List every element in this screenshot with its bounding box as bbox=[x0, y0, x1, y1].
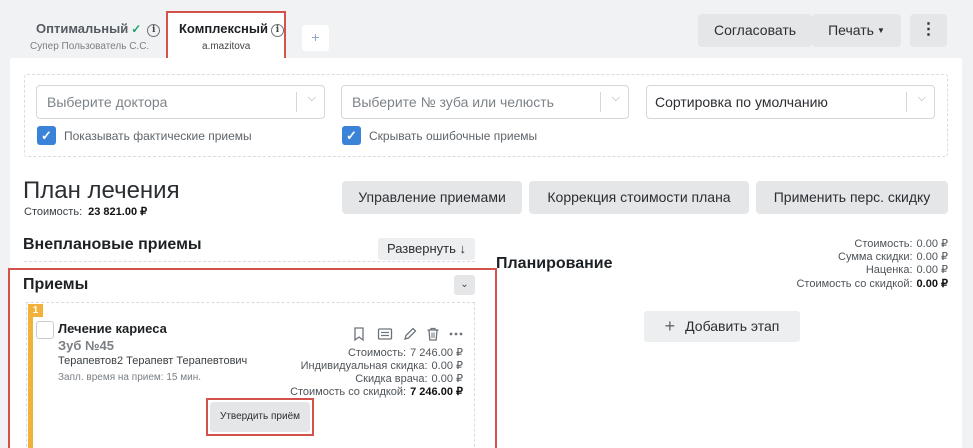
plus-icon: + bbox=[664, 316, 676, 336]
divider bbox=[24, 261, 475, 262]
unplanned-heading: Внеплановые приемы bbox=[23, 236, 202, 253]
appointment-cost-value: 7 246.00 ₽ bbox=[410, 347, 463, 359]
trash-icon[interactable] bbox=[425, 326, 441, 342]
planning-cost-label: Стоимость: bbox=[854, 238, 913, 250]
add-stage-label: Добавить этап bbox=[685, 318, 780, 334]
appointment-doc-discount-row: Скидка врача: 0.00 ₽ bbox=[355, 372, 463, 385]
agree-button[interactable]: Согласовать bbox=[698, 14, 812, 47]
appointment-title: Лечение кариеса bbox=[58, 321, 167, 336]
more-dots-icon[interactable] bbox=[448, 326, 464, 342]
appointment-cost-row: Стоимость: 7 246.00 ₽ bbox=[348, 346, 463, 359]
appointment-discounted-value: 7 246.00 ₽ bbox=[410, 386, 463, 398]
more-menu-button[interactable]: ⋮ bbox=[910, 14, 947, 47]
correct-plan-cost-button[interactable]: Коррекция стоимости плана bbox=[529, 181, 749, 214]
hide-wrong-label: Скрывать ошибочные приемы bbox=[369, 129, 538, 143]
apply-discount-button[interactable]: Применить перс. скидку bbox=[756, 181, 948, 214]
page-title: План лечения bbox=[23, 177, 180, 204]
collapse-button[interactable]: ⌄ bbox=[454, 275, 475, 295]
tab-optimal[interactable]: Оптимальный ✓ i Супер Пользователь С.С. bbox=[26, 14, 161, 56]
planning-discounted-row: Стоимость со скидкой: 0.00 ₽ bbox=[796, 277, 948, 290]
tab-optimal-title: Оптимальный bbox=[36, 21, 129, 36]
print-button[interactable]: Печать ▼ bbox=[812, 14, 901, 47]
check-icon: ✓ bbox=[131, 22, 142, 36]
expand-button[interactable]: Развернуть ↓ bbox=[378, 238, 475, 260]
confirm-appointment-button[interactable]: Утвердить приём bbox=[210, 402, 310, 432]
plan-cost: Стоимость: 23 821.00 ₽ bbox=[24, 205, 147, 218]
plan-cost-value: 23 821.00 ₽ bbox=[88, 206, 148, 218]
show-actual-label: Показывать фактические приемы bbox=[64, 129, 252, 143]
edit-icon[interactable] bbox=[402, 326, 418, 342]
info-icon[interactable]: i bbox=[271, 24, 285, 37]
planning-discounted-value: 0.00 ₽ bbox=[916, 278, 948, 290]
stage-stripe bbox=[28, 304, 33, 448]
manage-appointments-button[interactable]: Управление приемами bbox=[342, 181, 522, 214]
tab-complex-subtitle: a.mazitova bbox=[202, 41, 251, 52]
appointment-ind-discount-row: Индивидуальная скидка: 0.00 ₽ bbox=[301, 359, 463, 372]
add-tab-button[interactable]: + bbox=[302, 25, 329, 51]
chevron-down-icon[interactable]: ⌵ bbox=[918, 92, 926, 105]
chevron-down-icon[interactable]: ⌵ bbox=[612, 92, 620, 105]
appointment-doc-discount-value: 0.00 ₽ bbox=[431, 373, 463, 385]
sort-select[interactable]: Сортировка по умолчанию ⌵ bbox=[646, 85, 935, 119]
planning-markup-label: Наценка: bbox=[865, 264, 913, 276]
planning-markup-value: 0.00 ₽ bbox=[916, 264, 948, 276]
appointment-number-badge: 1 bbox=[28, 304, 43, 317]
caret-down-icon: ▼ bbox=[876, 26, 885, 35]
appointment-discounted-label: Стоимость со скидкой: bbox=[290, 386, 407, 398]
doctor-select-placeholder: Выберите доктора bbox=[47, 94, 168, 110]
info-icon[interactable]: i bbox=[147, 24, 161, 37]
tooth-select[interactable]: Выберите № зуба или челюсть ⌵ bbox=[341, 85, 629, 119]
appointment-ind-discount-value: 0.00 ₽ bbox=[431, 360, 463, 372]
planning-heading: Планирование bbox=[496, 255, 613, 272]
appointment-doc-discount-label: Скидка врача: bbox=[355, 373, 428, 385]
comment-icon[interactable] bbox=[377, 326, 393, 342]
planning-cost-value: 0.00 ₽ bbox=[916, 238, 948, 250]
chevron-down-icon[interactable]: ⌵ bbox=[308, 92, 316, 105]
appointment-tooth: Зуб №45 bbox=[58, 338, 114, 353]
appointment-cost-label: Стоимость: bbox=[347, 347, 407, 359]
tab-complex-title: Комплексный bbox=[179, 21, 269, 36]
add-stage-button[interactable]: + Добавить этап bbox=[644, 311, 800, 342]
select-separator bbox=[906, 92, 907, 112]
appointment-doctor: Терапевтов2 Терапевт Терапевтович bbox=[58, 355, 248, 367]
select-separator bbox=[600, 92, 601, 112]
planning-markup-row: Наценка: 0.00 ₽ bbox=[866, 263, 948, 276]
appointment-discounted-row: Стоимость со скидкой: 7 246.00 ₽ bbox=[290, 385, 463, 398]
sort-select-value: Сортировка по умолчанию bbox=[655, 94, 828, 110]
select-separator bbox=[296, 92, 297, 112]
planning-discount-value: 0.00 ₽ bbox=[916, 251, 948, 263]
planning-cost-row: Стоимость: 0.00 ₽ bbox=[854, 237, 948, 250]
doctor-select[interactable]: Выберите доктора ⌵ bbox=[36, 85, 325, 119]
appointment-checkbox[interactable] bbox=[36, 321, 54, 339]
tab-optimal-subtitle: Супер Пользователь С.С. bbox=[30, 41, 150, 52]
tab-optimal-title-row: Оптимальный ✓ i bbox=[36, 21, 161, 37]
bookmark-icon[interactable] bbox=[351, 326, 367, 342]
appointment-ind-discount-label: Индивидуальная скидка: bbox=[300, 360, 428, 372]
tab-complex-title-row: Комплексный i bbox=[179, 21, 285, 37]
show-actual-checkbox[interactable]: ✓ bbox=[37, 126, 56, 145]
tooth-select-placeholder: Выберите № зуба или челюсть bbox=[352, 94, 554, 110]
appointments-heading: Приемы bbox=[23, 276, 89, 293]
hide-wrong-checkbox[interactable]: ✓ bbox=[342, 126, 361, 145]
planning-discounted-label: Стоимость со скидкой: bbox=[796, 278, 913, 290]
print-label: Печать bbox=[828, 22, 874, 38]
planning-discount-row: Сумма скидки: 0.00 ₽ bbox=[838, 250, 948, 263]
plan-cost-label: Стоимость: bbox=[24, 206, 83, 218]
appointment-time: Запл. время на прием: 15 мин. bbox=[58, 372, 201, 383]
planning-discount-label: Сумма скидки: bbox=[838, 251, 913, 263]
